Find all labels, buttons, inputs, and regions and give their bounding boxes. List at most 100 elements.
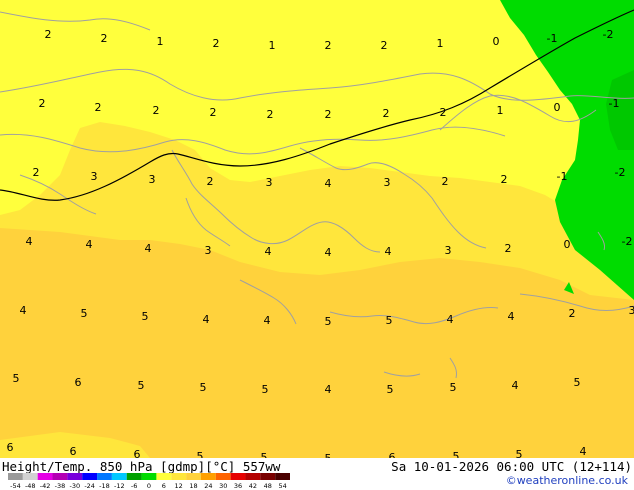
legend-swatch [200,473,216,480]
value-label: -1 [547,32,558,45]
value-label: 5 [197,450,204,458]
legend-label: -42 [40,482,51,490]
legend-swatch [111,473,127,480]
value-label: 4 [203,313,210,326]
value-label: 5 [13,372,20,385]
value-label: 2 [267,108,274,121]
value-label: 0 [554,101,561,114]
legend-label: 54 [278,482,286,490]
legend-swatch [230,473,246,480]
value-label: 2 [440,106,447,119]
value-label: 5 [81,307,88,320]
value-label: 5 [386,314,393,327]
value-label: 3 [266,176,273,189]
legend-label: 42 [249,482,257,490]
value-label: 2 [213,37,220,50]
legend-label: 48 [264,482,272,490]
value-label: 3 [629,304,634,317]
value-label: 4 [512,379,519,392]
legend-label: 0 [147,482,151,490]
value-label: -2 [615,166,626,179]
value-label: 4 [325,246,332,259]
value-label: 0 [493,35,500,48]
value-label: 1 [269,39,276,52]
legend-label: -18 [99,482,110,490]
legend-swatch [52,473,68,480]
value-label: 5 [262,383,269,396]
value-label: 4 [26,235,33,248]
legend-label: 12 [175,482,183,490]
legend-swatch [67,473,83,480]
value-label: 6 [134,448,141,458]
value-label: 6 [70,445,77,458]
value-label: 6 [389,451,396,458]
value-label: 2 [569,307,576,320]
legend-swatch [22,473,38,480]
footer: Height/Temp. 850 hPa [gdmp][°C] 557ww Sa… [0,458,634,490]
value-label: 4 [580,445,587,458]
legend-swatch [126,473,142,480]
legend-swatch [97,473,112,480]
value-label: 5 [261,451,268,458]
value-label: 2 [383,107,390,120]
value-label: 3 [205,244,212,257]
legend-swatch [275,473,290,480]
legend-label: 36 [234,482,242,490]
value-label: 4 [325,177,332,190]
value-label: 6 [7,441,14,454]
value-label: 2 [442,175,449,188]
value-label: -2 [622,235,633,248]
value-label: 2 [325,39,332,52]
value-label: 5 [142,310,149,323]
value-label: -2 [603,28,614,41]
value-label: 2 [381,39,388,52]
legend-label: 18 [189,482,197,490]
legend-label: -24 [84,482,95,490]
value-label: 5 [325,315,332,328]
value-label: 5 [200,381,207,394]
legend-label: -38 [55,482,66,490]
legend-swatch [186,473,201,480]
value-label: 5 [387,383,394,396]
value-label: 5 [453,450,460,458]
value-label: 4 [264,314,271,327]
value-label: 6 [75,376,82,389]
value-label: 2 [101,32,108,45]
legend-swatch [171,473,187,480]
value-label: 4 [86,238,93,251]
legend-swatch [8,473,23,480]
value-label: 3 [91,170,98,183]
legend-swatch [245,473,261,480]
value-label: 4 [20,304,27,317]
value-label: 5 [574,376,581,389]
value-label: -1 [557,170,568,183]
value-label: 1 [437,37,444,50]
value-label: 5 [516,448,523,458]
value-label: 1 [157,35,164,48]
color-legend: -54 -48 -42 -38 -30 -24 -18 -12 -6 0 6 12 18 24 30 36 42… [8,473,290,490]
legend-swatch [215,473,231,480]
legend-label: -12 [114,482,125,490]
value-label: 2 [95,101,102,114]
value-label: 4 [385,245,392,258]
legend-label: -6 [131,482,137,490]
legend-label: 6 [162,482,166,490]
value-label: 2 [207,175,214,188]
legend-label: -30 [69,482,80,490]
value-label: 4 [325,383,332,396]
legend-swatch [82,473,98,480]
value-label: 2 [39,97,46,110]
value-label: 0 [564,238,571,251]
value-label: 4 [447,313,454,326]
value-label: 4 [265,245,272,258]
legend-swatch [37,473,53,480]
value-label: 2 [325,108,332,121]
value-label: 3 [384,176,391,189]
value-label: 2 [505,242,512,255]
value-label: 2 [33,166,40,179]
value-label: 4 [145,242,152,255]
value-label: 3 [445,244,452,257]
value-label: 4 [508,310,515,323]
credit-link[interactable]: ©weatheronline.co.uk [506,474,628,487]
legend-swatch [156,473,172,480]
